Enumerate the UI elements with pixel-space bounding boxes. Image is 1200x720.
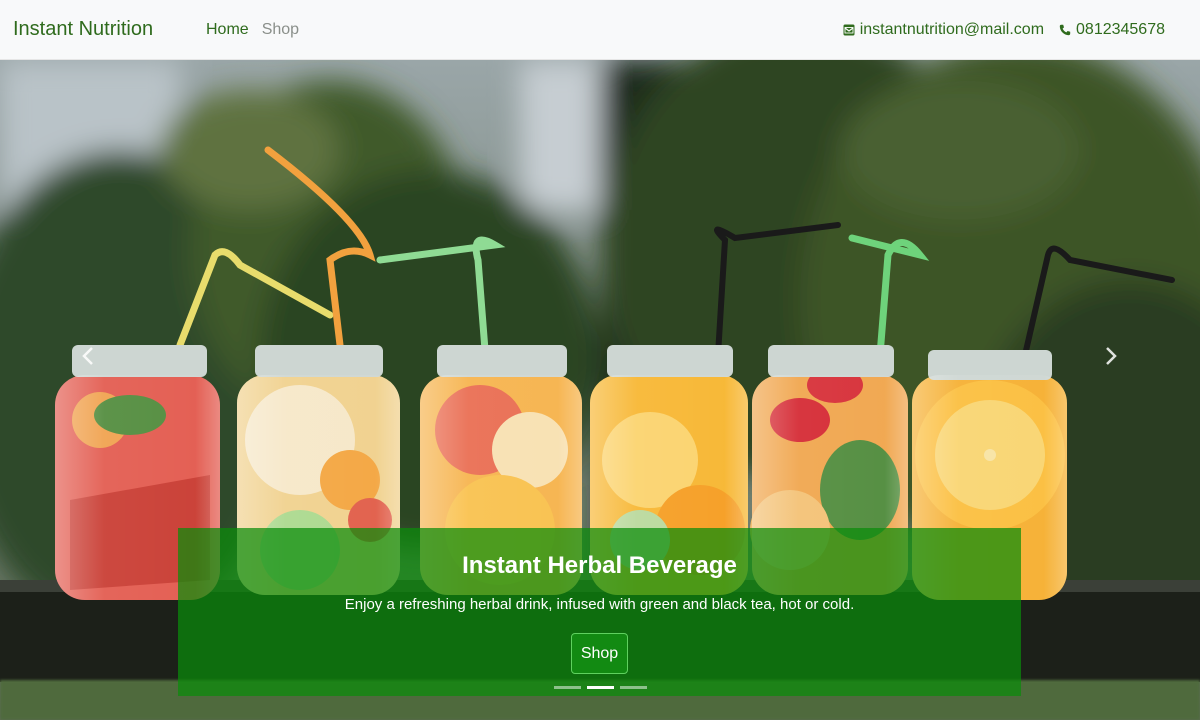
nav-link-home[interactable]: Home — [206, 21, 249, 39]
chevron-right-icon — [1105, 346, 1117, 371]
chevron-left-icon — [82, 346, 94, 371]
shop-button[interactable]: Shop — [571, 633, 628, 674]
contact-phone[interactable]: 0812345678 — [1059, 21, 1165, 39]
carousel-indicator[interactable] — [620, 686, 647, 689]
caption-title: Instant Herbal Beverage — [462, 552, 737, 579]
carousel-caption: Instant Herbal Beverage Enjoy a refreshi… — [178, 528, 1021, 696]
envelope-icon — [843, 24, 855, 36]
carousel-indicator[interactable] — [554, 686, 581, 689]
carousel-indicator-active[interactable] — [587, 686, 614, 689]
contact-email[interactable]: instantnutrition@mail.com — [843, 21, 1044, 39]
caption-description: Enjoy a refreshing herbal drink, infused… — [344, 596, 855, 613]
navbar: Instant Nutrition Home Shop instantnutri… — [0, 0, 1200, 60]
brand-logo[interactable]: Instant Nutrition — [13, 18, 153, 41]
phone-icon — [1059, 24, 1071, 36]
carousel-indicators — [554, 686, 647, 689]
carousel-prev-button[interactable] — [73, 340, 103, 376]
nav-links: Home Shop — [206, 21, 299, 39]
carousel-next-button[interactable] — [1096, 340, 1126, 376]
hero-carousel: Instant Herbal Beverage Enjoy a refreshi… — [0, 60, 1200, 720]
nav-link-shop[interactable]: Shop — [262, 21, 299, 39]
contact-info: instantnutrition@mail.com 0812345678 — [843, 21, 1165, 39]
contact-email-text: instantnutrition@mail.com — [859, 21, 1045, 38]
contact-phone-text: 0812345678 — [1076, 21, 1165, 38]
